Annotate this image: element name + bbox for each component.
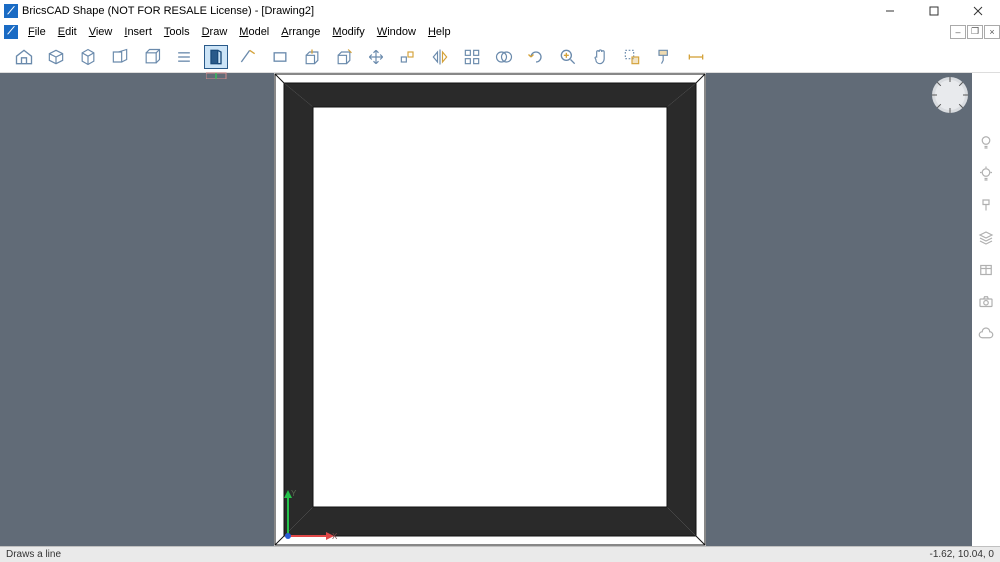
mirror-tool[interactable] (428, 45, 452, 69)
status-bar: Draws a line -1.62, 10.04, 0 (0, 546, 1000, 562)
layout-tool[interactable] (108, 45, 132, 69)
wall-tool[interactable] (204, 45, 228, 69)
menu-arrange[interactable]: Arrange (275, 24, 326, 40)
home-tool[interactable] (12, 45, 36, 69)
camera-icon[interactable] (977, 293, 995, 311)
array-3d-tool[interactable] (396, 45, 420, 69)
extrude-tool[interactable] (332, 45, 356, 69)
mdi-restore-button[interactable]: ❐ (967, 25, 983, 39)
menu-file[interactable]: File (22, 24, 52, 40)
measure-tool[interactable] (684, 45, 708, 69)
mdi-close-button[interactable]: × (984, 25, 1000, 39)
grid-tool[interactable] (460, 45, 484, 69)
workspace: Y X (0, 73, 1000, 546)
cube-wire-tool[interactable] (76, 45, 100, 69)
minimize-button[interactable] (868, 0, 912, 22)
menu-edit[interactable]: Edit (52, 24, 83, 40)
rect-tool[interactable] (268, 45, 292, 69)
brush-icon[interactable] (977, 197, 995, 215)
menu-tools[interactable]: Tools (158, 24, 196, 40)
pushpull-tool[interactable] (300, 45, 324, 69)
title-bar: ⟋ BricsCAD Shape (NOT FOR RESALE License… (0, 0, 1000, 22)
list-tool[interactable] (172, 45, 196, 69)
window-title: BricsCAD Shape (NOT FOR RESALE License) … (22, 5, 868, 17)
menu-bar: ⟋ FileEditViewInsertToolsDrawModelArrang… (0, 22, 1000, 41)
viewport[interactable]: Y X (0, 73, 972, 546)
menu-model[interactable]: Model (233, 24, 275, 40)
bulb-on-icon[interactable] (977, 165, 995, 183)
move-3d-tool[interactable] (364, 45, 388, 69)
ucs-mini-icon (206, 69, 230, 79)
structure-icon[interactable] (977, 261, 995, 279)
box-tool[interactable] (140, 45, 164, 69)
menu-draw[interactable]: Draw (196, 24, 234, 40)
layers-icon[interactable] (977, 229, 995, 247)
app-icon: ⟋ (4, 4, 18, 18)
menu-window[interactable]: Window (371, 24, 422, 40)
boolean-tool[interactable] (492, 45, 516, 69)
bulb-off-icon[interactable] (977, 133, 995, 151)
select-region-tool[interactable] (620, 45, 644, 69)
mdi-minimize-button[interactable]: – (950, 25, 966, 39)
mdi-controls: – ❐ × (949, 25, 1000, 39)
pan-tool[interactable] (588, 45, 612, 69)
menu-insert[interactable]: Insert (118, 24, 158, 40)
zoom-fit-tool[interactable] (556, 45, 580, 69)
rotate-tool[interactable] (524, 45, 548, 69)
view-compass[interactable] (932, 77, 968, 113)
cube-solid-tool[interactable] (44, 45, 68, 69)
maximize-button[interactable] (912, 0, 956, 22)
window-controls (868, 0, 1000, 22)
menu-modify[interactable]: Modify (326, 24, 370, 40)
right-tool-panel (972, 73, 1000, 546)
cloud-icon[interactable] (977, 325, 995, 343)
menu-view[interactable]: View (83, 24, 119, 40)
paint-tool[interactable] (652, 45, 676, 69)
status-coords: -1.62, 10.04, 0 (930, 549, 995, 560)
model-slab (274, 73, 706, 546)
menu-help[interactable]: Help (422, 24, 457, 40)
main-toolbar (0, 41, 1000, 73)
line-tool[interactable] (236, 45, 260, 69)
status-hint: Draws a line (6, 549, 61, 560)
doc-icon: ⟋ (4, 25, 18, 39)
close-button[interactable] (956, 0, 1000, 22)
